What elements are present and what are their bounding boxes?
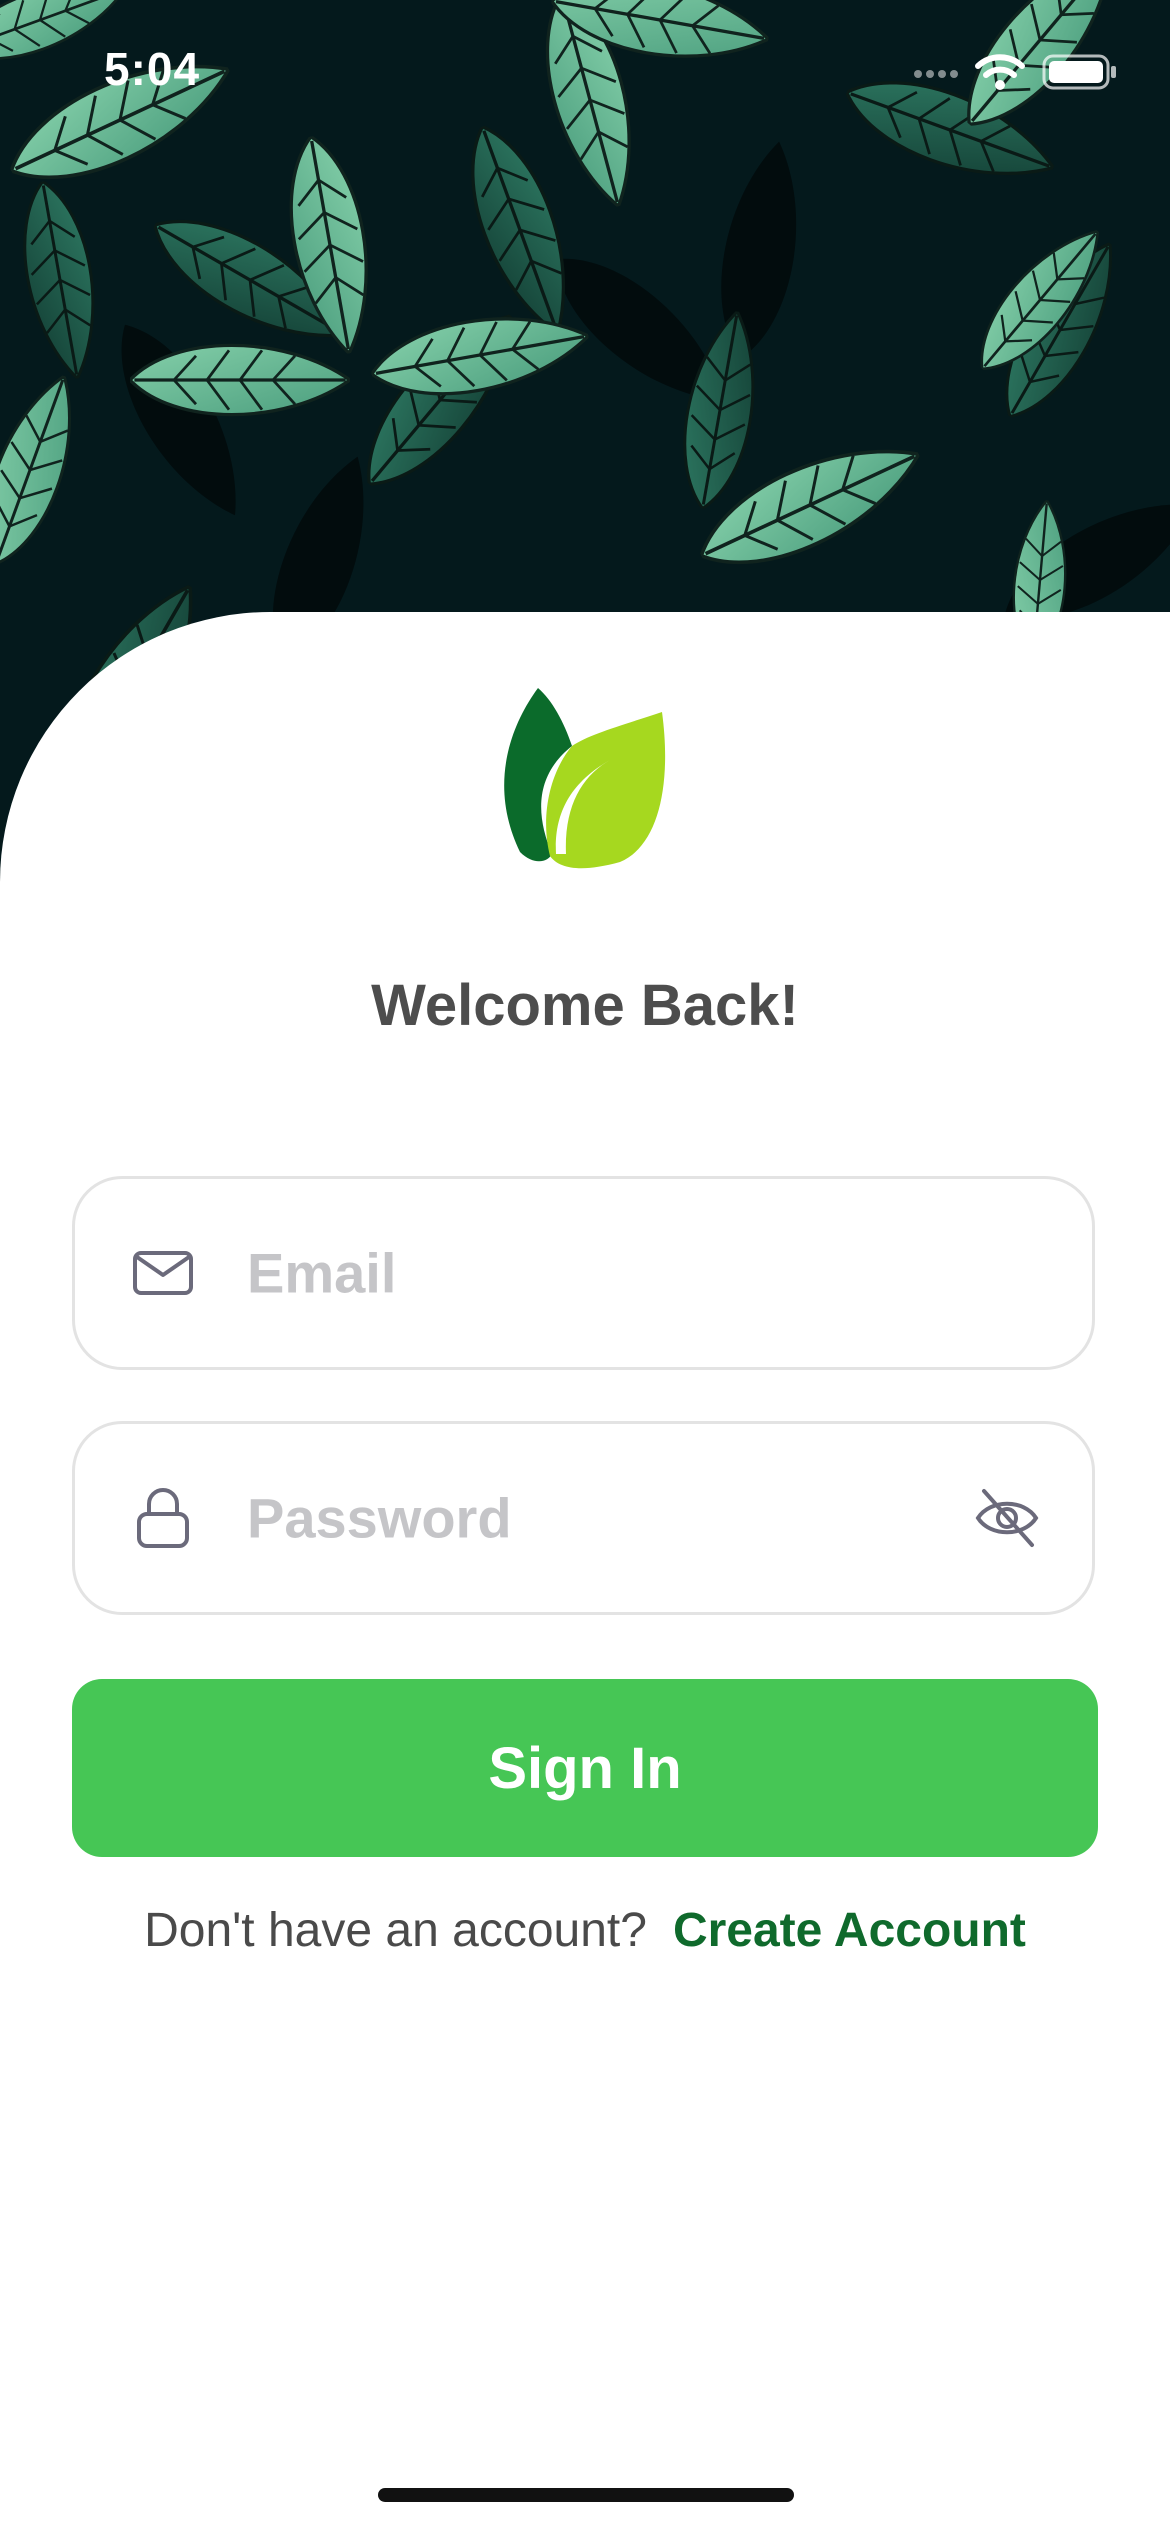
- password-placeholder: Password: [247, 1486, 512, 1550]
- create-account-link[interactable]: Create Account: [673, 1904, 1026, 1957]
- status-icons: [914, 52, 1118, 92]
- login-screen: 5:04 Welcome Back! Email Password Sign I…: [0, 0, 1170, 2532]
- lock-icon: [137, 1488, 189, 1548]
- battery-icon: [1042, 54, 1116, 90]
- create-account-row: Don't have an account? Create Account: [0, 1903, 1170, 1958]
- leaf-logo: [504, 688, 666, 869]
- sign-in-label: Sign In: [488, 1735, 682, 1801]
- signal-icon: [914, 70, 958, 78]
- envelope-icon: [133, 1251, 193, 1295]
- email-field[interactable]: Email: [72, 1176, 1095, 1370]
- page-title: Welcome Back!: [371, 973, 799, 1038]
- status-bar: 5:04: [0, 0, 1170, 150]
- sign-in-button[interactable]: Sign In: [72, 1679, 1098, 1857]
- eye-slash-icon[interactable]: [972, 1483, 1042, 1553]
- wifi-icon: [975, 54, 1025, 90]
- account-question-text: Don't have an account?: [144, 1904, 647, 1957]
- status-time: 5:04: [104, 43, 201, 95]
- home-indicator[interactable]: [378, 2488, 794, 2502]
- password-field[interactable]: Password: [72, 1421, 1095, 1615]
- email-placeholder: Email: [247, 1241, 397, 1305]
